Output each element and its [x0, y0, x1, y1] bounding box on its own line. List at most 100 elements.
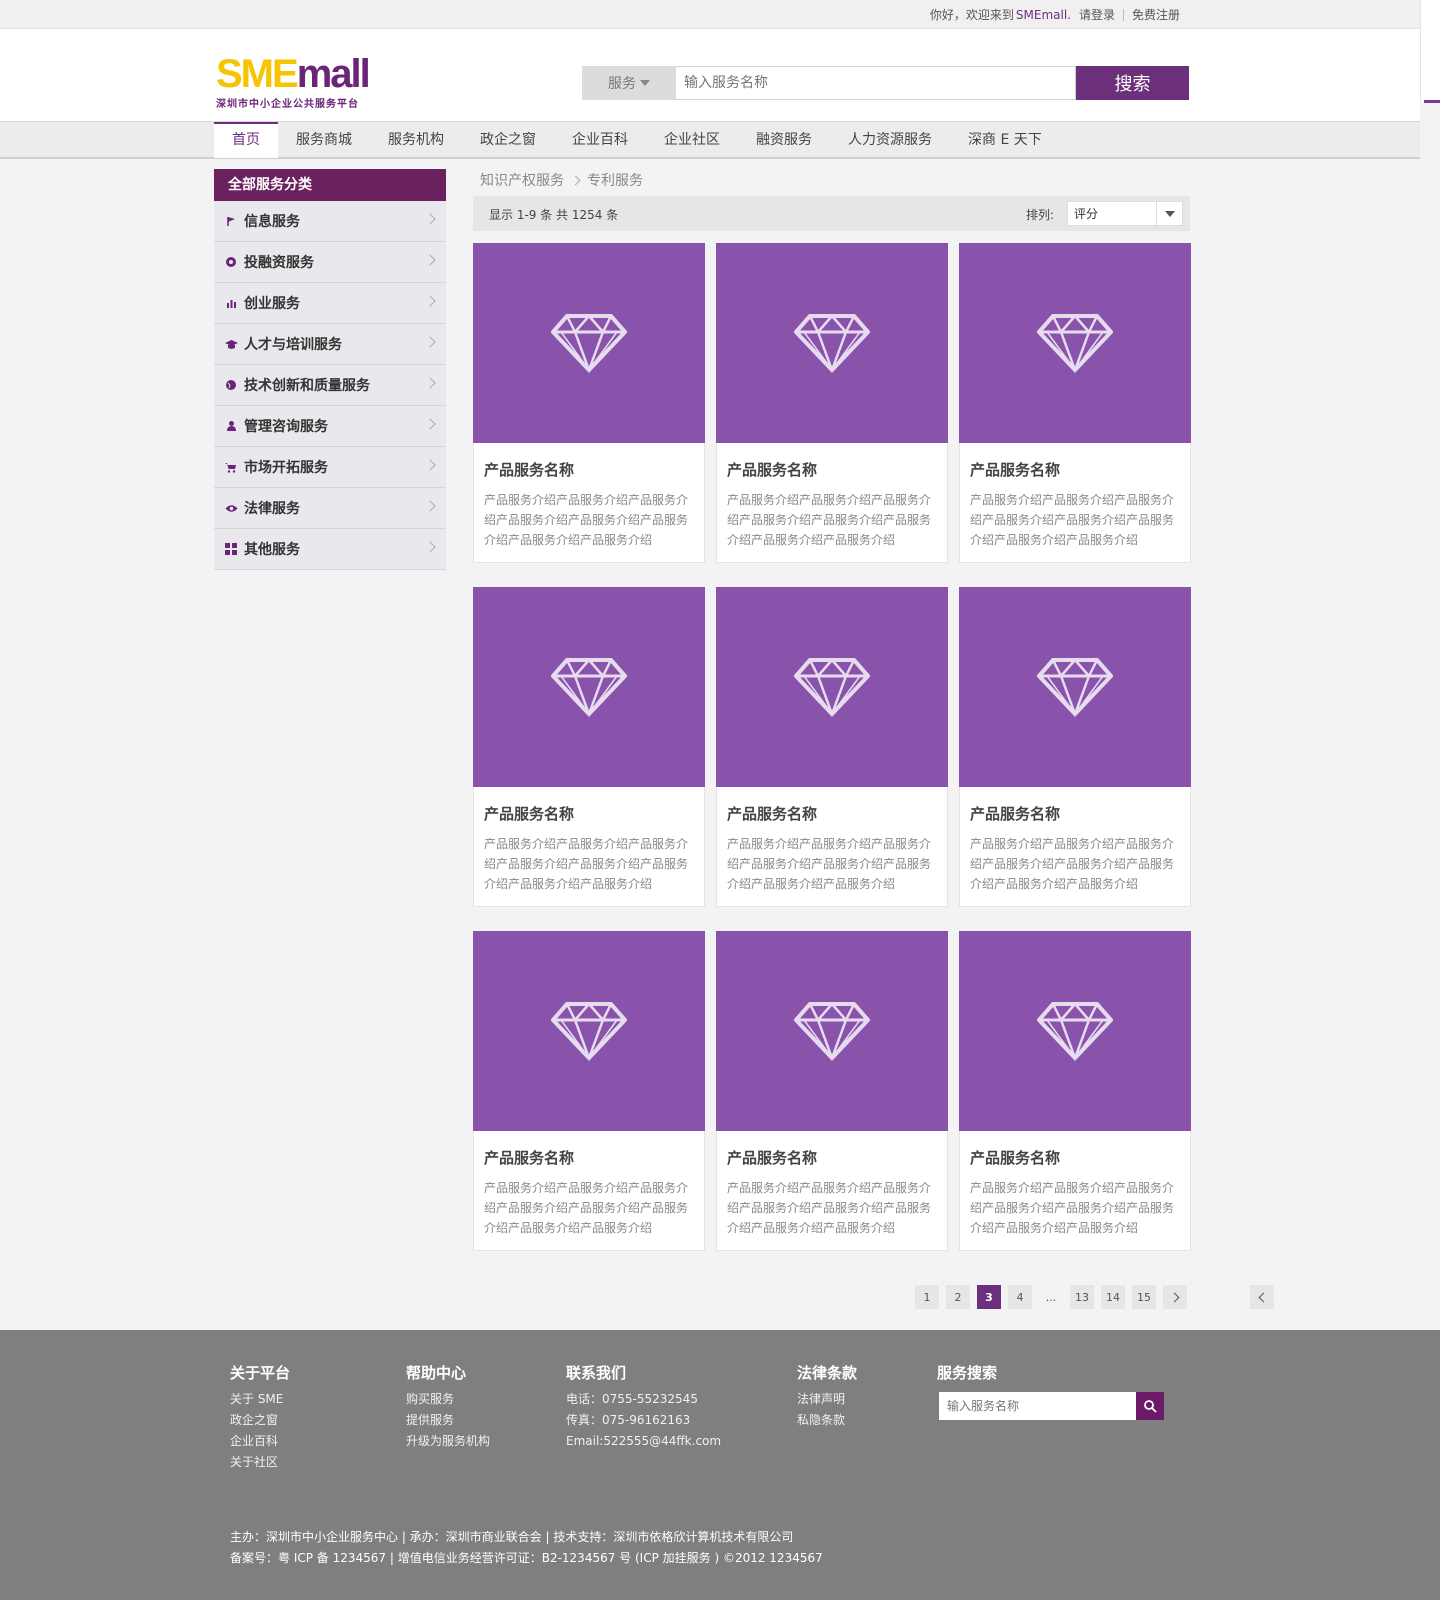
sidebar-item-label: 市场开拓服务: [244, 460, 328, 476]
nav-item[interactable]: 服务商城: [278, 122, 370, 158]
product-image[interactable]: [473, 587, 705, 787]
footer-email[interactable]: Email:522555@44ffk.com: [566, 1431, 721, 1452]
chevron-right-icon: [424, 336, 436, 348]
sidebar-item[interactable]: 其他服务: [214, 529, 446, 570]
product-title[interactable]: 产品服务名称: [970, 1147, 1180, 1168]
footer-link[interactable]: 购买服务: [406, 1389, 490, 1410]
page-button[interactable]: 15: [1132, 1285, 1156, 1309]
chevron-right-icon: [424, 213, 436, 225]
site-logo[interactable]: SMEmall 深圳市中小企业公共服务平台: [216, 54, 386, 110]
product-image[interactable]: [473, 243, 705, 443]
nav-item[interactable]: 企业百科: [554, 122, 646, 158]
page-button[interactable]: 1: [915, 1285, 939, 1309]
product-title[interactable]: 产品服务名称: [484, 803, 694, 824]
main-nav: 首页 服务商城 服务机构 政企之窗 企业百科 企业社区 融资服务 人力资源服务 深商 E 天下: [0, 121, 1420, 159]
product-image[interactable]: [716, 243, 948, 443]
sort-dropdown[interactable]: 评分: [1067, 201, 1183, 226]
search-input[interactable]: [676, 66, 1076, 100]
product-card[interactable]: 产品服务名称产品服务介绍产品服务介绍产品服务介绍产品服务介绍产品服务介绍产品服务…: [716, 243, 948, 563]
product-description: 产品服务介绍产品服务介绍产品服务介绍产品服务介绍产品服务介绍产品服务介绍产品服务…: [484, 1181, 689, 1235]
sidebar-item-label: 投融资服务: [244, 255, 314, 271]
footer-link[interactable]: 法律声明: [797, 1389, 857, 1410]
product-title[interactable]: 产品服务名称: [970, 803, 1180, 824]
product-info: 产品服务名称产品服务介绍产品服务介绍产品服务介绍产品服务介绍产品服务介绍产品服务…: [474, 1131, 704, 1238]
footer-search-button[interactable]: [1136, 1392, 1164, 1420]
sidebar-item[interactable]: 创业服务: [214, 283, 446, 324]
product-title[interactable]: 产品服务名称: [727, 1147, 937, 1168]
footer-link[interactable]: 关于社区: [230, 1452, 290, 1473]
chevron-right-icon: [424, 377, 436, 389]
product-description: 产品服务介绍产品服务介绍产品服务介绍产品服务介绍产品服务介绍产品服务介绍产品服务…: [970, 837, 1175, 891]
nav-item[interactable]: 人力资源服务: [830, 122, 950, 158]
diamond-icon: [794, 658, 870, 718]
nav-item[interactable]: 政企之窗: [462, 122, 554, 158]
product-image[interactable]: [959, 931, 1191, 1131]
footer-link[interactable]: 政企之窗: [230, 1410, 290, 1431]
login-link[interactable]: 请登录: [1079, 6, 1115, 23]
page-button[interactable]: 3: [977, 1285, 1001, 1309]
product-title[interactable]: 产品服务名称: [970, 459, 1180, 480]
footer-link[interactable]: 提供服务: [406, 1410, 490, 1431]
page-button[interactable]: 14: [1101, 1285, 1125, 1309]
product-image[interactable]: [473, 931, 705, 1131]
nav-item[interactable]: 深商 E 天下: [950, 122, 1060, 158]
product-card[interactable]: 产品服务名称产品服务介绍产品服务介绍产品服务介绍产品服务介绍产品服务介绍产品服务…: [959, 587, 1191, 907]
footer-link[interactable]: 企业百科: [230, 1431, 290, 1452]
sidebar-item[interactable]: 投融资服务: [214, 242, 446, 283]
chevron-left-icon: [1258, 1292, 1268, 1302]
product-title[interactable]: 产品服务名称: [727, 459, 937, 480]
product-card[interactable]: 产品服务名称产品服务介绍产品服务介绍产品服务介绍产品服务介绍产品服务介绍产品服务…: [473, 931, 705, 1251]
search-icon: [1144, 1400, 1157, 1413]
register-link[interactable]: 免费注册: [1132, 6, 1180, 23]
logo-subtitle: 深圳市中小企业公共服务平台: [216, 99, 359, 110]
sidebar-item[interactable]: 管理咨询服务: [214, 406, 446, 447]
sidebar-item[interactable]: 技术创新和质量服务: [214, 365, 446, 406]
product-info: 产品服务名称 产品服务介绍产品服务介绍产品服务介绍产品服务介绍产品服务介绍产品服务…: [474, 443, 704, 550]
product-card[interactable]: 产品服务名称 产品服务介绍产品服务介绍产品服务介绍产品服务介绍产品服务介绍产品服务…: [959, 243, 1191, 563]
footer-link[interactable]: 关于 SME: [230, 1389, 290, 1410]
sidebar-item[interactable]: 人才与培训服务: [214, 324, 446, 365]
product-title[interactable]: 产品服务名称: [484, 1147, 694, 1168]
diamond-icon: [551, 314, 627, 374]
flag-icon: [224, 214, 238, 228]
page-button[interactable]: 4: [1008, 1285, 1032, 1309]
product-card[interactable]: 产品服务名称 产品服务介绍产品服务介绍产品服务介绍产品服务介绍产品服务介绍产品服务…: [473, 243, 705, 563]
footer-link[interactable]: 升级为服务机构: [406, 1431, 490, 1452]
search-button[interactable]: 搜索: [1076, 66, 1189, 100]
product-title[interactable]: 产品服务名称: [484, 459, 694, 480]
sidebar-item[interactable]: 市场开拓服务: [214, 447, 446, 488]
product-card[interactable]: 产品服务名称 产品服务介绍产品服务介绍产品服务介绍产品服务介绍产品服务介绍产品服务…: [473, 587, 705, 907]
page-button[interactable]: 13: [1070, 1285, 1094, 1309]
page-button[interactable]: 2: [946, 1285, 970, 1309]
footer-search-input[interactable]: [939, 1392, 1136, 1420]
sort-value: 评分: [1074, 207, 1099, 221]
diamond-icon: [794, 314, 870, 374]
prev-page-button[interactable]: [1250, 1285, 1274, 1309]
product-image[interactable]: [716, 931, 948, 1131]
search-category-dropdown[interactable]: 服务: [582, 66, 676, 100]
nav-item[interactable]: 首页: [214, 122, 278, 158]
sidebar-item[interactable]: 法律服务: [214, 488, 446, 529]
breadcrumb-item: 专利服务: [587, 173, 643, 189]
footer: 关于平台 关于 SME 政企之窗 企业百科 关于社区 帮助中心 购买服务 提供服…: [0, 1330, 1440, 1600]
product-image[interactable]: [959, 243, 1191, 443]
product-image[interactable]: [959, 587, 1191, 787]
nav-item[interactable]: 企业社区: [646, 122, 738, 158]
next-page-button[interactable]: [1163, 1285, 1187, 1309]
product-title[interactable]: 产品服务名称: [727, 803, 937, 824]
footer-search: [939, 1392, 1164, 1420]
product-card[interactable]: 产品服务名称 产品服务介绍产品服务介绍产品服务介绍产品服务介绍产品服务介绍产品服务…: [716, 931, 948, 1251]
product-description: 产品服务介绍产品服务介绍产品服务介绍产品服务介绍产品服务介绍产品服务介绍产品服务…: [970, 1181, 1175, 1235]
product-description: 产品服务介绍产品服务介绍产品服务介绍产品服务介绍产品服务介绍产品服务介绍产品服务…: [727, 493, 932, 547]
breadcrumb-item[interactable]: 知识产权服务: [480, 170, 564, 190]
product-card[interactable]: 产品服务名称产品服务介绍产品服务介绍产品服务介绍产品服务介绍产品服务介绍产品服务…: [959, 931, 1191, 1251]
diamond-icon: [1037, 658, 1113, 718]
nav-item[interactable]: 融资服务: [738, 122, 830, 158]
footer-license-line: 备案号：粤 ICP 备 1234567 | 增值电信业务经营许可证：B2-123…: [230, 1551, 823, 1565]
chevron-right-icon: [424, 541, 436, 553]
nav-item[interactable]: 服务机构: [370, 122, 462, 158]
sidebar-item[interactable]: 信息服务: [214, 201, 446, 242]
product-image[interactable]: [716, 587, 948, 787]
product-card[interactable]: 产品服务名称 产品服务介绍产品服务介绍产品服务介绍产品服务介绍产品服务介绍产品服务…: [716, 587, 948, 907]
footer-link[interactable]: 私隐条款: [797, 1410, 857, 1431]
